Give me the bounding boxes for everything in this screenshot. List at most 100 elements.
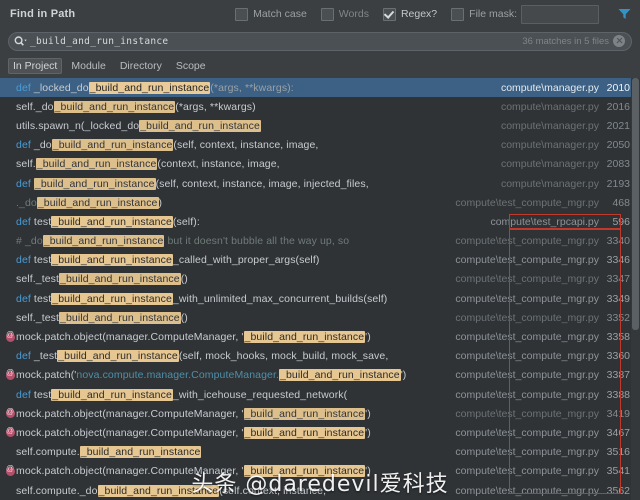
file-mask-input[interactable] [521,4,599,24]
result-code-line: self.compute._do_build_and_run_instance(… [16,484,455,497]
code-fragment: self.compute._do [16,484,98,497]
result-line-number: 2193 [606,177,630,190]
table-row[interactable]: # _do_build_and_run_instance but it does… [0,232,640,251]
table-row[interactable]: def _build_and_run_instance(self, contex… [0,174,640,193]
result-code-line: mock.patch.object(manager.ComputeManager… [16,331,455,344]
result-file-info: compute\test_compute_mgr.py 3541 [455,465,640,477]
table-row[interactable]: self._do_build_and_run_instance(*args, *… [0,97,640,116]
table-row[interactable]: def _test_build_and_run_instance(self, m… [0,347,640,366]
decorator-icon [4,426,16,438]
at-decorator-icon [5,407,15,419]
table-row[interactable]: self.compute._do_build_and_run_instance(… [0,481,640,500]
result-line-number: 2083 [606,158,630,171]
result-code-line: def test_build_and_run_instance_called_w… [16,254,455,267]
table-row[interactable]: mock.patch.object(manager.ComputeManager… [0,327,640,346]
match-highlight: _build_and_run_instance [59,273,181,286]
match-highlight: _build_and_run_instance [51,139,174,152]
result-file-path: compute\test_compute_mgr.py [455,446,599,459]
code-fragment: () [180,311,188,324]
code-fragment: (context, instance, image, [157,158,280,171]
table-row[interactable]: def test_build_and_run_instance_with_ice… [0,385,640,404]
option-match-case[interactable]: Match case [235,7,307,21]
result-file-info: compute\test_compute_mgr.py 3388 [455,389,640,401]
result-line-number: 3352 [606,311,630,324]
code-fragment: self._test [16,311,60,324]
code-fragment: mock.patch.object(manager.ComputeManager… [16,465,244,478]
decorator-icon [4,407,16,419]
table-row[interactable]: def test_build_and_run_instance(self): co… [0,212,640,231]
result-line-number: 3541 [606,465,630,478]
tab-scope[interactable]: Scope [171,58,211,74]
result-code-line: self.compute._build_and_run_instance [16,446,455,459]
table-row[interactable]: self.compute._build_and_run_instance comp… [0,443,640,462]
match-highlight: _build_and_run_instance [79,446,202,459]
tab-directory[interactable]: Directory [115,58,167,74]
code-fragment: (self, mock_hooks, mock_build, mock_save… [178,350,389,363]
clear-icon[interactable] [613,35,625,47]
code-fragment: def [16,177,34,190]
table-row[interactable]: utils.spawn_n(_locked_do_build_and_run_i… [0,116,640,135]
table-row[interactable]: mock.patch('nova.compute.manager.Compute… [0,366,640,385]
result-code-line: mock.patch.object(manager.ComputeManager… [16,426,455,439]
tab-in-project[interactable]: In Project [8,58,63,74]
code-fragment: mock.patch.object(manager.ComputeManager… [16,407,244,420]
code-fragment: nova.compute.manager.ComputeManager. [76,369,280,382]
result-file-path: compute\test_compute_mgr.py [455,254,599,267]
file-mask-label: File mask: [469,8,517,20]
words-checkbox[interactable] [320,7,334,21]
table-row[interactable]: self._test_build_and_run_instance() compu… [0,308,640,327]
result-file-info: compute\manager.py 2050 [501,139,640,151]
tab-module[interactable]: Module [66,58,110,74]
result-file-info: compute\test_compute_mgr.py 3360 [455,350,640,362]
match-highlight: _build_and_run_instance [97,484,220,497]
code-fragment: (self, context, instance, image, injecte… [155,177,369,190]
result-file-info: compute\test_compute_mgr.py 468 [455,197,640,209]
result-file-info: compute\manager.py 2010 [501,82,640,94]
result-file-path: compute\test_compute_mgr.py [455,465,599,478]
result-file-info: compute\test_compute_mgr.py 3358 [455,331,640,343]
table-row[interactable]: mock.patch.object(manager.ComputeManager… [0,462,640,481]
code-fragment: ') [365,407,371,420]
result-file-info: compute\test_compute_mgr.py 3562 [455,485,640,497]
search-field[interactable]: _build_and_run_instance 36 matches in 5 … [8,31,632,51]
search-input[interactable]: _build_and_run_instance [30,36,522,47]
table-row[interactable]: def test_build_and_run_instance_with_unl… [0,289,640,308]
result-code-line: utils.spawn_n(_locked_do_build_and_run_i… [16,119,501,132]
filter-icon[interactable] [615,4,633,24]
option-regex[interactable]: Regex? [382,7,437,21]
tab-module-label: Module [71,60,106,72]
code-fragment: (self.context, instance, [219,484,327,497]
table-row[interactable]: self._test_build_and_run_instance() compu… [0,270,640,289]
result-code-line: # _do_build_and_run_instance but it does… [16,235,455,248]
option-words[interactable]: Words [320,7,369,21]
result-code-line: def test_build_and_run_instance_with_ice… [16,388,455,401]
match-highlight: _build_and_run_instance [59,311,181,324]
table-row[interactable]: self._build_and_run_instance(context, in… [0,155,640,174]
file-mask-checkbox[interactable] [451,7,465,21]
scrollbar-thumb[interactable] [632,78,639,330]
table-row[interactable]: ._do_build_and_run_instance) compute\test… [0,193,640,212]
match-highlight: _build_and_run_instance [35,158,158,171]
vertical-scrollbar[interactable] [631,78,640,500]
table-row[interactable]: def _locked_do_build_and_run_instance(*a… [0,78,640,98]
code-fragment: () [180,273,188,286]
table-row[interactable]: def test_build_and_run_instance_called_w… [0,251,640,270]
option-file-mask[interactable]: File mask: [451,4,599,24]
match-case-checkbox[interactable] [235,7,249,21]
match-case-label: Match case [253,8,307,20]
table-row[interactable]: mock.patch.object(manager.ComputeManager… [0,404,640,423]
result-file-path: compute\test_compute_mgr.py [455,369,599,382]
regex-checkbox[interactable] [382,7,396,21]
table-row[interactable]: def _do_build_and_run_instance(self, con… [0,136,640,155]
search-results-list[interactable]: def _locked_do_build_and_run_instance(*a… [0,78,640,500]
find-in-path-dialog: Find in Path Match case Words Regex? Fil… [0,0,640,500]
table-row[interactable]: mock.patch.object(manager.ComputeManager… [0,423,640,442]
result-file-info: compute\test_compute_mgr.py 3347 [455,273,640,285]
code-fragment: _do [33,139,52,152]
code-fragment: (*args, **kwargs) [175,100,256,113]
scope-tabs: In Project Module Directory Scope [0,54,640,78]
code-fragment: mock.patch.object(manager.ComputeManager… [16,331,244,344]
code-fragment: # _do [16,235,43,248]
code-fragment: (self, context, instance, image, [173,139,319,152]
code-fragment: ._do [16,196,37,209]
